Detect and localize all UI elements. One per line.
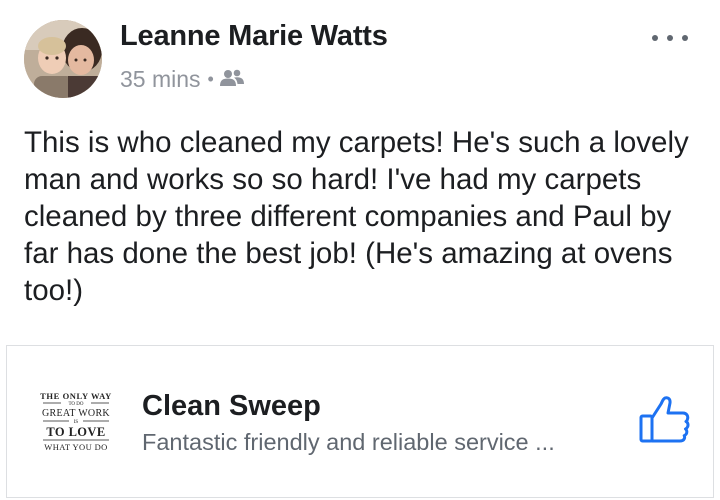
friends-icon xyxy=(219,66,244,93)
logo-line-6: WHAT YOU DO xyxy=(44,442,107,452)
more-options-icon[interactable] xyxy=(652,26,688,50)
logo-line-1: THE ONLY WAY xyxy=(40,391,112,401)
logo-line-3: GREAT WORK xyxy=(42,408,110,419)
page-name[interactable]: Clean Sweep xyxy=(142,390,321,423)
post-text: This is who cleaned my carpets! He's suc… xyxy=(24,126,689,307)
page-description: Fantastic friendly and reliable service … xyxy=(142,429,555,455)
logo-line-5: TO LOVE xyxy=(46,425,105,439)
page-logo: THE ONLY WAY TO DO GREAT WORK IS TO LOVE… xyxy=(35,389,117,455)
post-meta: 35 mins • xyxy=(120,66,244,93)
post-time[interactable]: 35 mins xyxy=(120,66,201,93)
meta-separator: • xyxy=(207,69,214,89)
logo-line-2: TO DO xyxy=(68,402,83,407)
author-avatar[interactable] xyxy=(24,20,102,98)
thumbs-up-icon[interactable] xyxy=(639,396,691,444)
page-card[interactable]: THE ONLY WAY TO DO GREAT WORK IS TO LOVE… xyxy=(6,345,714,498)
author-name[interactable]: Leanne Marie Watts xyxy=(120,20,388,53)
post-header: Leanne Marie Watts 35 mins • xyxy=(24,18,696,98)
avatar-photo xyxy=(24,20,102,98)
